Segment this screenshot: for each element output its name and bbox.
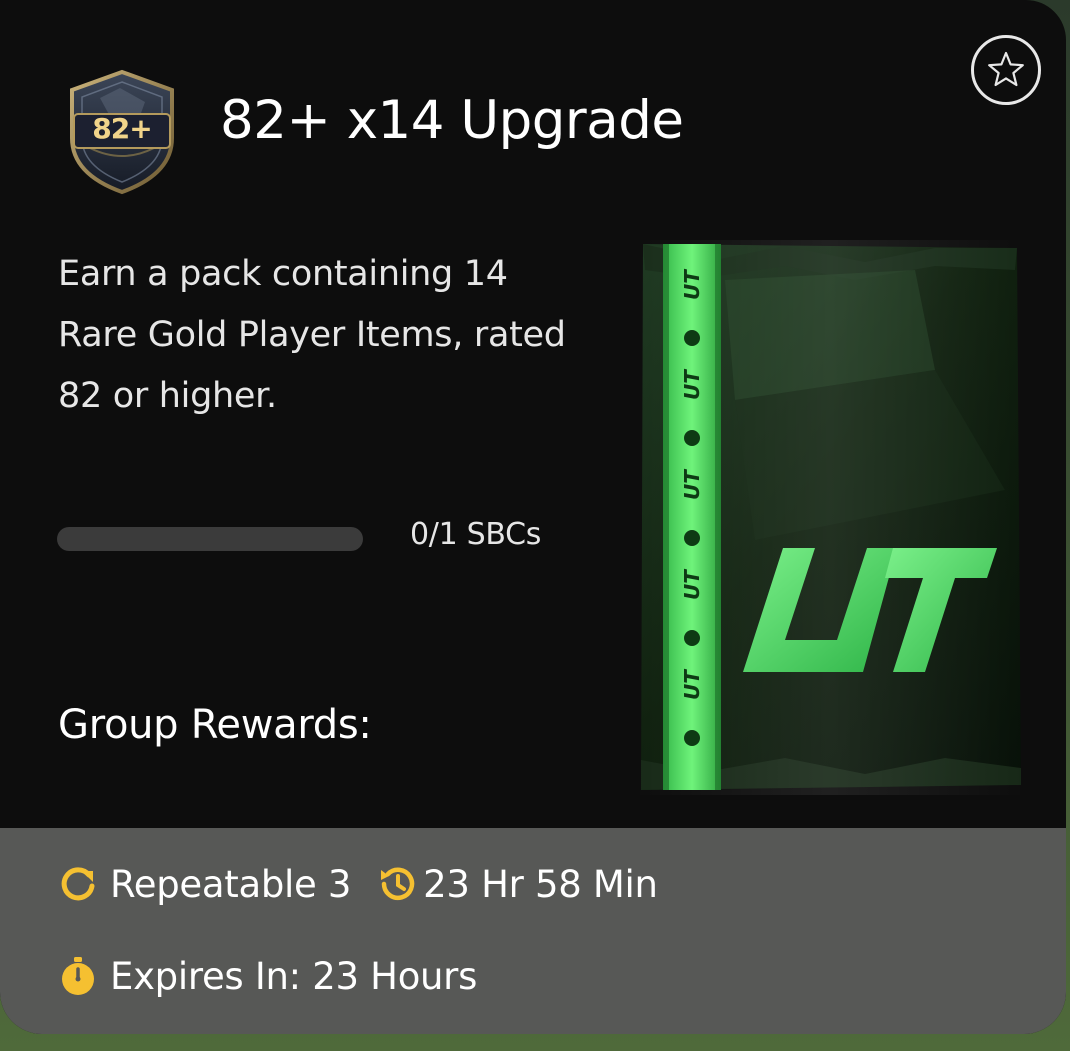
refresh-timer-text: 23 Hr 58 Min <box>423 862 658 906</box>
history-clock-icon <box>381 867 415 901</box>
pack-band-text: UT <box>680 569 704 600</box>
stopwatch-icon <box>62 957 94 995</box>
repeatable-text: Repeatable 3 <box>110 862 352 906</box>
page-title: 82+ x14 Upgrade <box>220 90 684 151</box>
pack-band-text: UT <box>680 369 704 400</box>
reward-pack-image[interactable]: UT UT UT UT UT <box>635 240 1025 795</box>
pack-band-text: UT <box>680 469 704 500</box>
pack-band-text: UT <box>680 669 704 700</box>
favorite-button[interactable] <box>971 35 1041 105</box>
sbc-card[interactable]: 82+ 82+ x14 Upgrade Earn a pack containi… <box>0 0 1066 1034</box>
repeat-icon <box>61 867 95 901</box>
sbc-description: Earn a pack containing 14 Rare Gold Play… <box>58 254 566 416</box>
pack-band-text: UT <box>680 269 704 300</box>
repeat-timer-row: Repeatable 3 23 Hr 58 Min <box>56 862 658 906</box>
sbc-badge-icon: 82+ <box>60 68 184 196</box>
badge-label: 82+ <box>92 112 152 145</box>
sbc-footer: Repeatable 3 23 Hr 58 Min Expires In: 23… <box>0 828 1066 1034</box>
progress-bar <box>57 527 363 551</box>
expires-text: Expires In: 23 Hours <box>110 954 478 998</box>
pack-band <box>663 244 721 790</box>
expiry-row: Expires In: 23 Hours <box>56 954 477 998</box>
group-rewards-label: Group Rewards: <box>58 702 372 748</box>
progress-text: 0/1 SBCs <box>410 517 542 552</box>
star-icon <box>988 51 1024 87</box>
